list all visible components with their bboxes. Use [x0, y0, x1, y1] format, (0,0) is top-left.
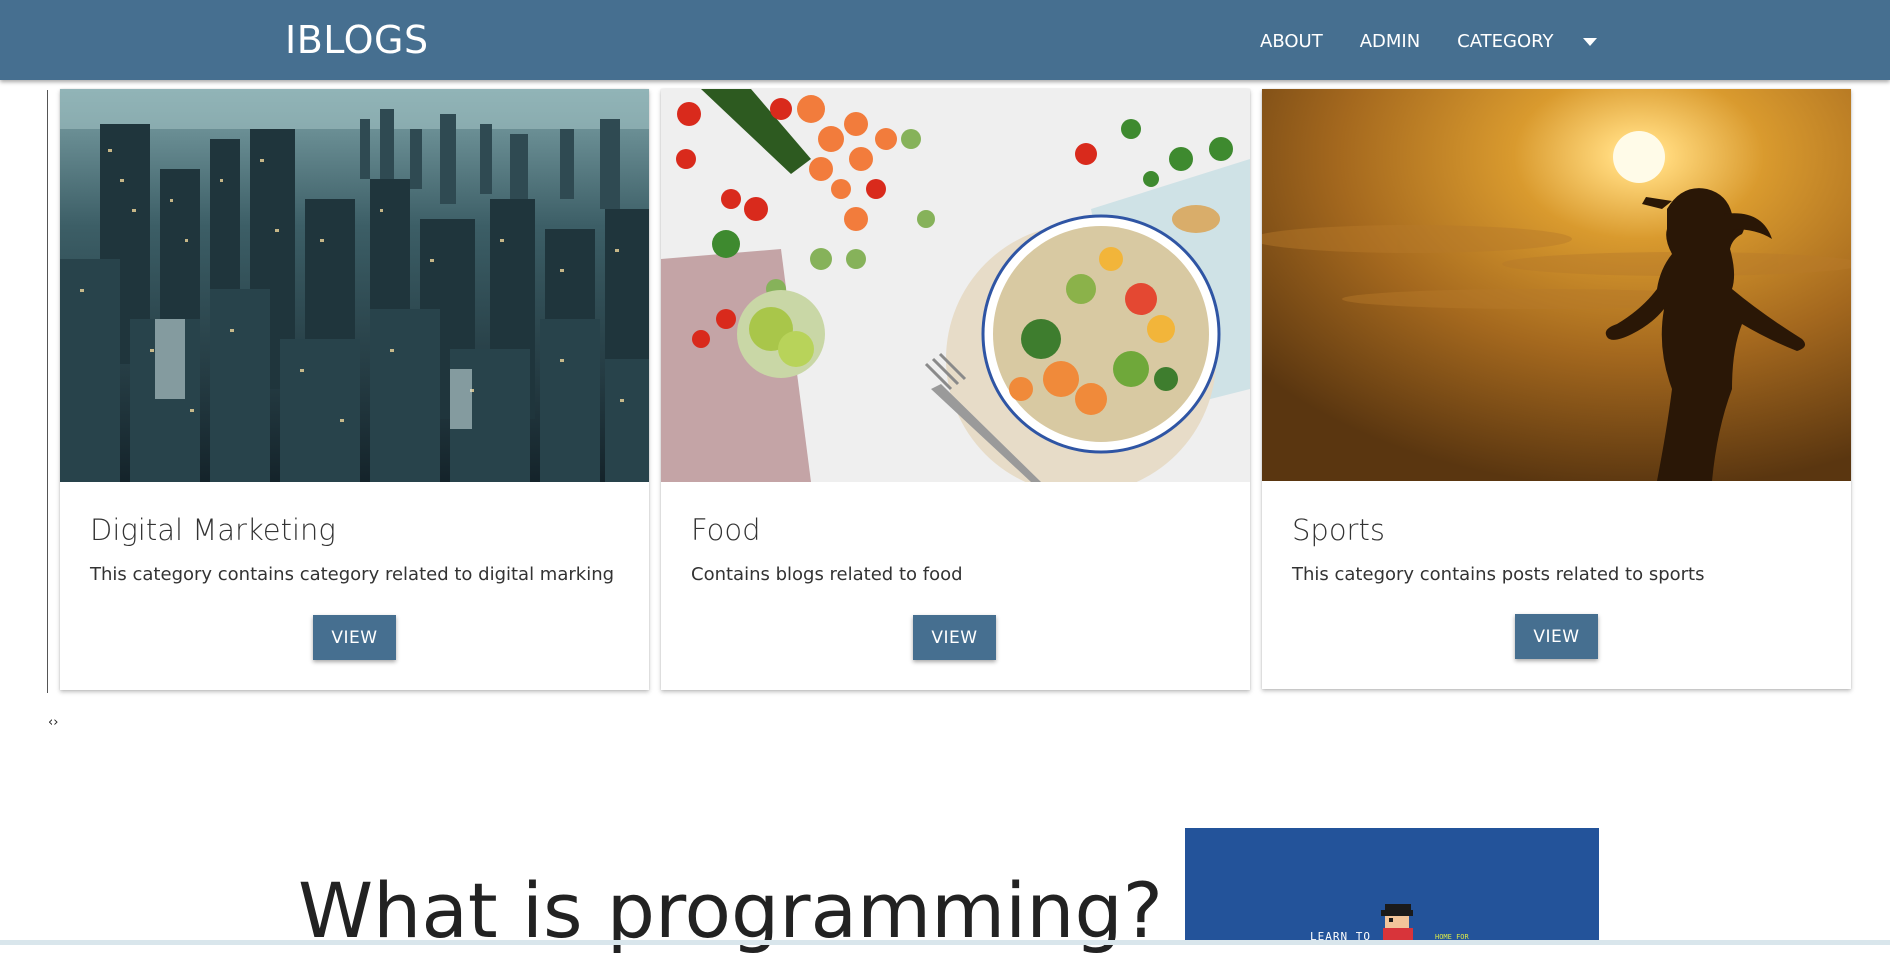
category-title: Sports	[1292, 513, 1385, 547]
category-description: This category contains category related …	[90, 564, 615, 585]
nav-about[interactable]: ABOUT	[1260, 31, 1323, 52]
category-card-digital-marketing: Digital Marketing This category contains…	[60, 89, 649, 690]
category-card-food: Food Contains blogs related to food VIEW	[661, 89, 1250, 690]
top-navbar: IBLOGS ABOUT ADMIN CATEGORY	[0, 0, 1890, 80]
carousel-previous-card-edge	[47, 90, 48, 693]
category-image-food	[661, 89, 1250, 482]
category-title: Food	[691, 513, 761, 547]
category-image-sports	[1262, 89, 1851, 481]
carousel-controls[interactable]: ‹›	[48, 715, 58, 730]
category-dropdown-caret-icon[interactable]	[1582, 38, 1597, 46]
view-sports-button[interactable]: VIEW	[1515, 614, 1598, 659]
nav-links: ABOUT ADMIN CATEGORY	[1260, 28, 1597, 54]
view-food-button[interactable]: VIEW	[913, 615, 996, 660]
article-promo-image: LEARN TO HOME FOR	[1185, 828, 1599, 945]
nav-admin[interactable]: ADMIN	[1360, 31, 1420, 52]
view-digital-marketing-button[interactable]: VIEW	[313, 615, 396, 660]
brand-logo[interactable]: IBLOGS	[285, 18, 429, 62]
category-description: Contains blogs related to food	[691, 564, 963, 585]
next-content-strip	[0, 940, 1890, 945]
category-card-sports: Sports This category contains posts rela…	[1262, 89, 1851, 689]
category-title: Digital Marketing	[90, 513, 336, 547]
category-image-digital-marketing	[60, 89, 649, 482]
nav-category[interactable]: CATEGORY	[1457, 31, 1553, 52]
category-description: This category contains posts related to …	[1292, 564, 1705, 585]
